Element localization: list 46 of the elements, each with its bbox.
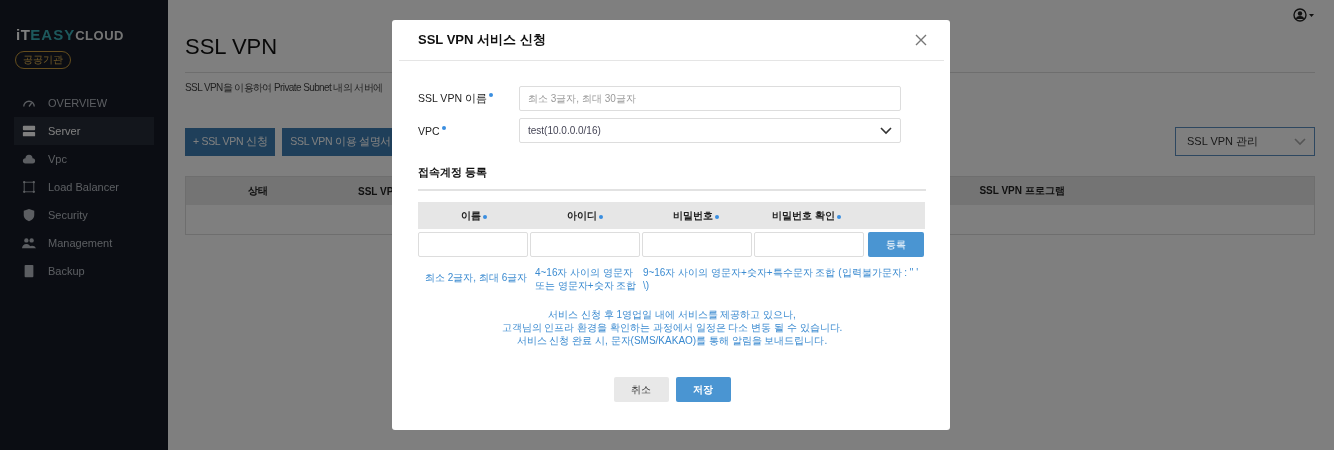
save-button[interactable]: 저장 xyxy=(675,377,731,402)
column-header: 비밀번호 확인 xyxy=(772,208,835,223)
sidebar-item[interactable]: Server xyxy=(14,117,154,145)
drive-icon xyxy=(22,264,36,278)
square-icon xyxy=(22,180,36,194)
input-field[interactable] xyxy=(418,232,528,257)
field-label: VPC xyxy=(418,124,440,137)
sidebar-item[interactable]: Vpc xyxy=(14,145,154,173)
sidebar-item[interactable]: Load Balancer xyxy=(14,173,154,201)
hint-text: 9~16자 사이의 영문자+숫자+특수문자 조합 (입력불가문자 : " ' \) xyxy=(641,266,920,292)
hint-text: 4~16자 사이의 영문자 또는 영문자+숫자 조합 xyxy=(533,266,638,292)
chevron-down-icon xyxy=(880,126,892,135)
column-header: SSL VPN 프로그램 xyxy=(979,184,1065,198)
column-header: 상태 xyxy=(248,184,268,198)
column-header: 아이디 xyxy=(566,208,597,223)
dialog-title: SSL VPN 서비스 신청 xyxy=(418,31,546,49)
close-icon[interactable] xyxy=(915,34,927,46)
hint-text: 최소 2글자, 최대 6글자 xyxy=(424,271,528,285)
manage-select[interactable]: SSL VPN 관리 xyxy=(1175,127,1315,156)
column-header: 비밀번호 xyxy=(672,208,713,223)
shield-icon xyxy=(22,208,36,222)
sidebar-item[interactable]: Security xyxy=(14,201,154,229)
vpc-select[interactable]: test(10.0.0.0/16) xyxy=(519,118,901,143)
section-title: 접속계정 등록 xyxy=(418,165,489,180)
server-icon xyxy=(22,124,36,138)
cancel-button[interactable]: 취소 xyxy=(613,377,669,402)
field-label: SSL VPN 이름 xyxy=(418,91,487,106)
sidebar-item[interactable]: OVERVIEW xyxy=(14,89,154,117)
user-menu[interactable] xyxy=(1293,8,1315,22)
people-icon xyxy=(22,236,36,250)
sidebar-item[interactable]: Management xyxy=(14,229,154,257)
column-header: 이름 xyxy=(460,208,481,223)
action-button[interactable]: + SSL VPN 신청 xyxy=(185,127,276,156)
input-field[interactable] xyxy=(530,232,640,257)
cloud-icon xyxy=(22,152,36,166)
notice-text: 고객님의 인프라 환경을 확인하는 과정에서 일정은 다소 변동 될 수 있습니다. xyxy=(501,321,843,334)
notice-text: 서비스 신청 완료 시, 문자(SMS/KAKAO)를 통해 알림을 보내드립니다. xyxy=(516,334,828,347)
sidebar-item[interactable]: Backup xyxy=(14,257,154,285)
input-field[interactable] xyxy=(754,232,864,257)
page-description: SSL VPN을 이용하여 Private Subnet 내의 서버에 xyxy=(185,81,384,95)
input-field[interactable]: 최소 3글자, 최대 30글자 xyxy=(519,86,901,111)
notice-text: 서비스 신청 후 1영업일 내에 서비스를 제공하고 있으나, xyxy=(548,308,796,321)
chevron-down-icon xyxy=(1294,137,1306,146)
register-button[interactable]: 등록 xyxy=(868,232,924,257)
logo: iTEASYCLOUD xyxy=(16,26,124,43)
input-field[interactable] xyxy=(642,232,752,257)
